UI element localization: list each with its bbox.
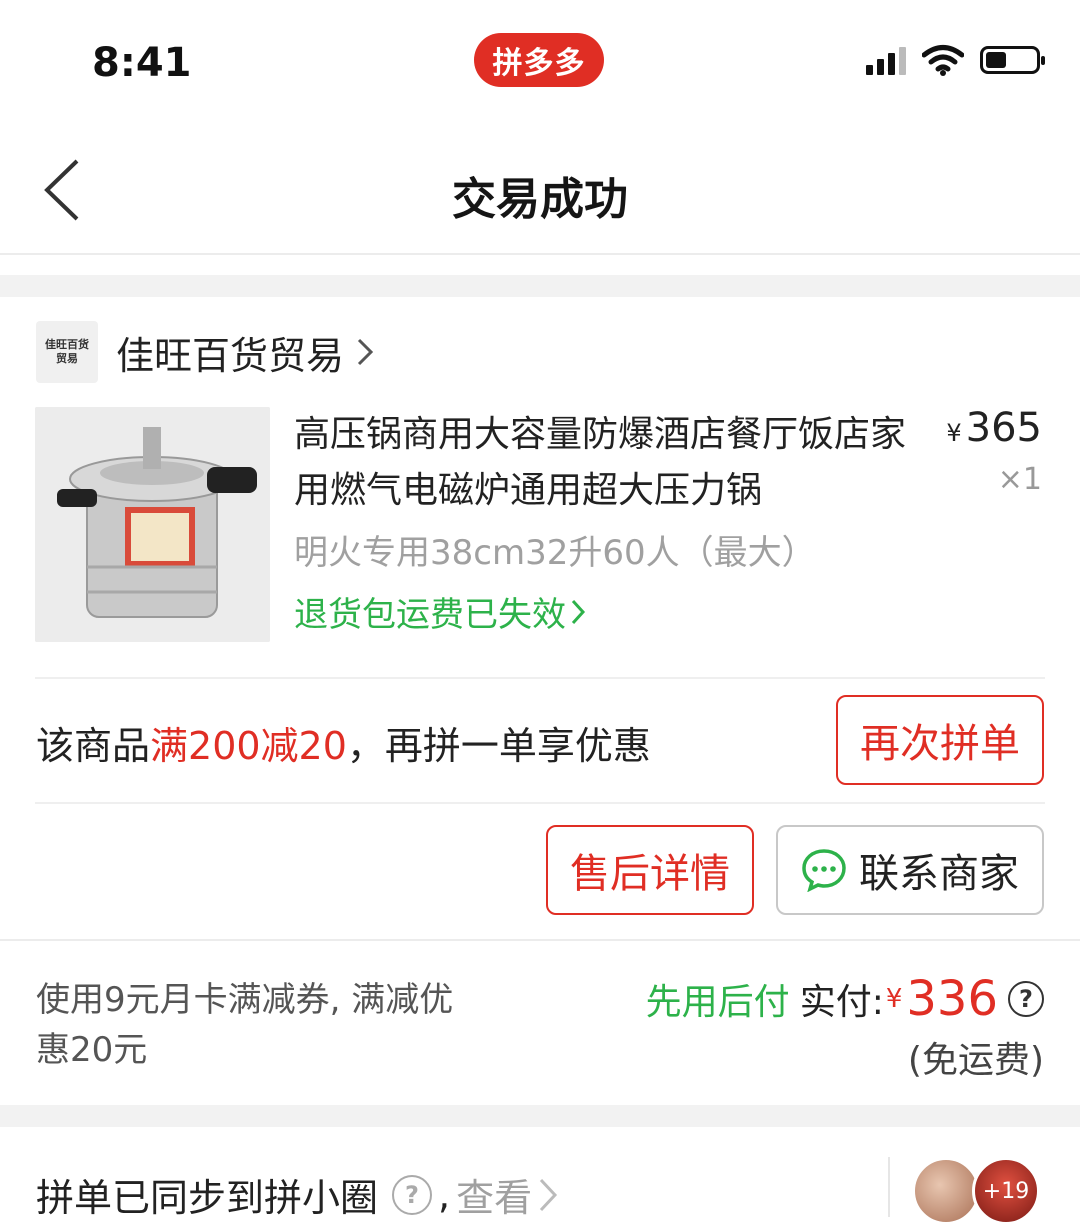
divider <box>35 802 1045 804</box>
help-icon[interactable]: ? <box>392 1174 433 1215</box>
section-gap <box>0 275 1080 297</box>
promo-text: 该商品满200减20，再拼一单享优惠 <box>36 715 651 770</box>
friend-avatars[interactable]: +19 <box>912 1157 1052 1227</box>
pressure-cooker-icon <box>35 407 270 642</box>
price-value: 365 <box>965 405 1042 451</box>
nav-bar: 交易成功 <box>0 125 1080 255</box>
battery-icon <box>980 46 1045 74</box>
product-quantity: ×1 <box>997 462 1042 497</box>
cellular-signal-icon <box>866 45 906 75</box>
section-gap <box>0 1105 1080 1127</box>
chat-bubble-icon <box>802 849 846 892</box>
pay-later-label: 先用后付 <box>645 982 790 1023</box>
contact-seller-label: 联系商家 <box>859 851 1019 897</box>
return-shipping-link[interactable]: 退货包运费已失效 <box>294 587 586 636</box>
pinduoduo-logo: 拼多多 <box>474 33 604 87</box>
price-currency: ¥ <box>946 419 962 447</box>
paid-amount-row: 先用后付 实付: ¥ 336 ? <box>646 971 1044 1027</box>
help-icon[interactable]: ? <box>1008 981 1044 1017</box>
product-image[interactable] <box>35 407 270 642</box>
chevron-right-icon <box>540 1178 558 1211</box>
avatar <box>912 1157 980 1225</box>
free-shipping-note: (免运费) <box>907 1040 1044 1081</box>
avatar: +19 <box>972 1157 1040 1225</box>
paid-currency: ¥ <box>885 984 903 1014</box>
paid-amount: 336 <box>906 971 998 1027</box>
contact-seller-button[interactable]: 联系商家 <box>776 825 1044 915</box>
coupon-note: 使用9元月卡满减券, 满减优惠20元 <box>36 980 454 1070</box>
promo-suffix: ，再拼一单享优惠 <box>346 724 651 768</box>
circle-sync-row[interactable]: 拼单已同步到拼小圈 ? , 查看 +19 <box>0 1127 1080 1225</box>
divider <box>35 677 1045 679</box>
product-spec: 明火专用38cm32升60人（最大） <box>294 533 816 573</box>
paid-label: 实付: <box>799 982 884 1023</box>
avatar-count-badge: +19 <box>982 1178 1030 1204</box>
promo-highlight: 满200减20 <box>150 724 347 768</box>
shop-name: 佳旺百货贸易 <box>116 333 345 378</box>
return-notice-text: 退货包运费已失效 <box>294 595 566 635</box>
chevron-right-icon <box>571 599 586 624</box>
vertical-divider <box>888 1157 890 1217</box>
order-card: 佳旺百货 贸易 佳旺百货贸易 高压锅商用大容量防爆酒店餐厅饭店家用燃气电磁炉通用超… <box>0 297 1080 1105</box>
product-price: ¥365 <box>946 405 1042 451</box>
shop-header[interactable]: 佳旺百货 贸易 佳旺百货贸易 <box>36 321 374 383</box>
circle-separator: , <box>438 1172 451 1217</box>
circle-sync-label: 拼单已同步到拼小圈 <box>36 1176 379 1220</box>
promo-prefix: 该商品 <box>36 724 151 768</box>
page-title: 交易成功 <box>452 174 628 225</box>
product-title[interactable]: 高压锅商用大容量防爆酒店餐厅饭店家用燃气电磁炉通用超大压力锅 <box>294 407 906 519</box>
wifi-icon <box>922 45 964 76</box>
circle-sync-text: 拼单已同步到拼小圈 ? , 查看 <box>36 1167 558 1222</box>
shop-logo: 佳旺百货 贸易 <box>36 321 98 383</box>
chevron-right-icon <box>357 338 374 366</box>
status-bar: 8:41 拼多多 <box>0 0 1080 125</box>
after-sale-button[interactable]: 售后详情 <box>546 825 754 915</box>
payment-summary: 使用9元月卡满减券, 满减优惠20元 先用后付 实付: ¥ 336 ? (免运费… <box>0 939 1080 1107</box>
view-link[interactable]: 查看 <box>456 1167 532 1222</box>
rebuy-button[interactable]: 再次拼单 <box>836 695 1044 785</box>
status-icons <box>866 44 1045 76</box>
status-time: 8:41 <box>92 40 192 86</box>
